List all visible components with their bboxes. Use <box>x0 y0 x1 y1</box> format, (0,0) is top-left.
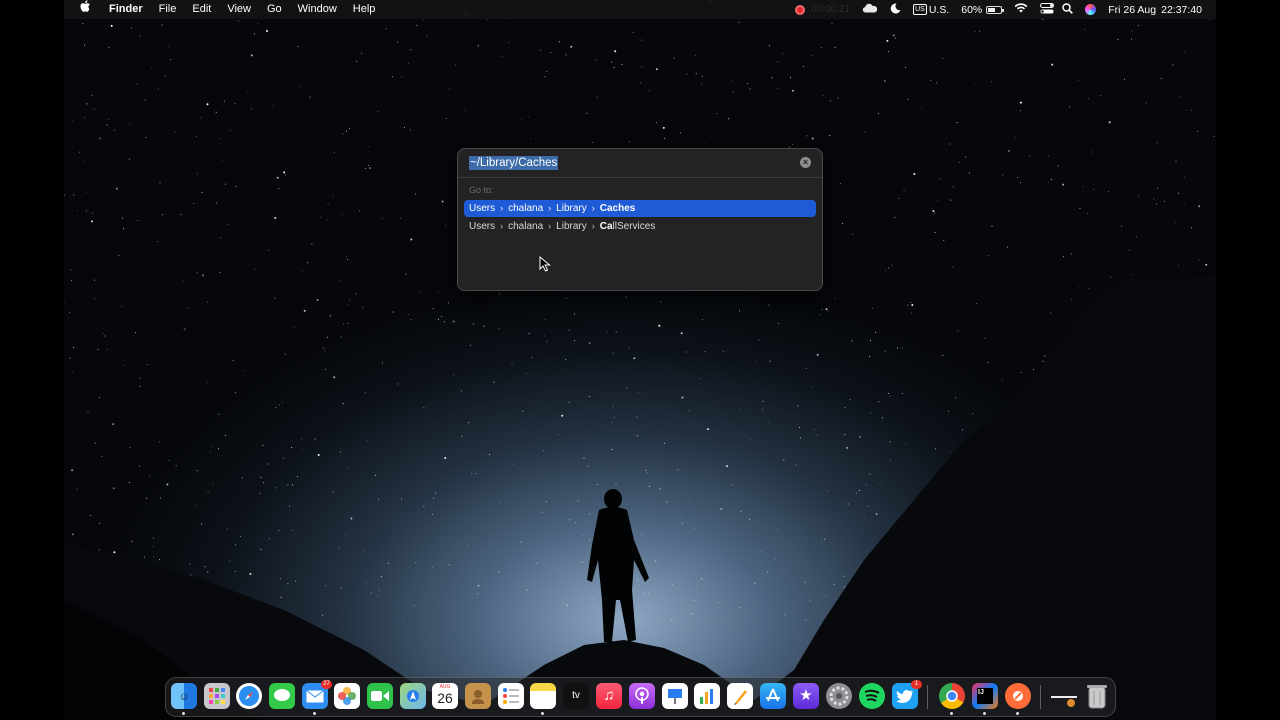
mouse-pointer-icon <box>539 256 551 272</box>
wifi-icon[interactable] <box>1014 3 1028 16</box>
music-icon[interactable]: ♫ <box>596 683 622 709</box>
control-center-icon[interactable] <box>1040 2 1055 17</box>
mail-badge: 27 <box>321 680 332 689</box>
menu-go[interactable]: Go <box>259 0 290 19</box>
maps-icon[interactable] <box>400 683 426 709</box>
flag-icon: US <box>913 4 927 15</box>
menu-file[interactable]: File <box>151 0 185 19</box>
facetime-icon[interactable] <box>367 683 393 709</box>
podcasts-icon[interactable] <box>629 683 655 709</box>
apple-menu-icon[interactable] <box>64 0 101 20</box>
calendar-day: 26 <box>437 690 453 706</box>
messages-icon[interactable] <box>269 683 295 709</box>
twitter-badge: 1 <box>911 680 922 689</box>
chevron-icon: › <box>591 221 595 231</box>
chevron-icon: › <box>591 203 595 213</box>
clock-date: Fri 26 Aug <box>1108 3 1157 16</box>
crumb-library: Library <box>556 203 587 214</box>
path-input[interactable]: ~/Library/Caches × <box>458 149 822 178</box>
desktop-wallpaper <box>64 0 1216 720</box>
downloads-stack-icon[interactable] <box>1051 683 1077 709</box>
dock-separator <box>927 685 928 709</box>
dock-separator <box>1040 685 1041 709</box>
person-silhouette <box>587 489 649 642</box>
clock-time: 22:37:40 <box>1161 3 1202 16</box>
intellij-icon[interactable]: IJ <box>972 683 998 715</box>
spotlight-search-icon[interactable] <box>1062 2 1074 17</box>
match-rest: llServices <box>612 221 656 232</box>
chevron-icon: › <box>548 221 552 231</box>
crumb-users: Users <box>469 221 496 232</box>
menu-window[interactable]: Window <box>290 0 345 19</box>
imovie-icon[interactable]: ★ <box>793 683 819 709</box>
menu-help[interactable]: Help <box>345 0 384 19</box>
go-to-label: Go to: <box>469 185 494 195</box>
finder-icon[interactable]: ☺ <box>171 683 197 715</box>
recording-time: 00:00:21 <box>811 4 851 15</box>
spotify-icon[interactable] <box>859 683 885 709</box>
numbers-icon[interactable] <box>694 683 720 709</box>
safari-icon[interactable] <box>236 683 262 709</box>
screen-recording-status[interactable]: 00:00:21 <box>795 4 850 15</box>
match-rest: ches <box>612 203 636 214</box>
pages-icon[interactable] <box>727 683 753 709</box>
keynote-icon[interactable] <box>662 683 688 709</box>
go-to-folder-dialog: ~/Library/Caches × Go to: Users › chalana ›… <box>457 148 823 291</box>
menu-view[interactable]: View <box>219 0 259 19</box>
mountain-silhouette <box>64 276 1216 720</box>
menu-clock[interactable]: Fri 26 Aug 22:37:40 <box>1108 4 1202 16</box>
apple-tv-icon[interactable]: tv <box>563 683 589 709</box>
dock: ☺ 27 AUG 26 tv ♫ ★ 1 IJ <box>165 677 1116 717</box>
input-source-menu[interactable]: US U.S. <box>913 4 949 16</box>
record-icon <box>795 4 806 15</box>
trash-icon[interactable] <box>1084 683 1110 709</box>
icloud-icon[interactable] <box>862 3 878 16</box>
siri-icon[interactable] <box>1085 4 1097 15</box>
battery-icon <box>986 5 1005 14</box>
input-source-label: U.S. <box>928 3 950 16</box>
crumb-library: Library <box>556 221 587 232</box>
match-prefix: Ca <box>599 221 613 232</box>
chrome-icon[interactable] <box>939 683 965 715</box>
battery-status[interactable]: 60% <box>961 3 1005 16</box>
do-not-disturb-icon[interactable] <box>890 2 901 17</box>
mail-icon[interactable]: 27 <box>302 680 332 715</box>
crumb-users: Users <box>469 203 496 214</box>
photos-icon[interactable] <box>334 683 360 709</box>
menu-edit[interactable]: Edit <box>184 0 219 19</box>
postman-icon[interactable] <box>1005 683 1031 715</box>
suggestion-caches[interactable]: Users › chalana › Library › Caches <box>464 200 816 217</box>
menu-bar: Finder File Edit View Go Window Help 00:… <box>64 0 1216 19</box>
chevron-icon: › <box>500 203 504 213</box>
chevron-icon: › <box>500 221 504 231</box>
system-preferences-icon[interactable] <box>826 683 852 709</box>
app-store-icon[interactable] <box>760 683 786 709</box>
crumb-user: chalana <box>508 203 544 214</box>
twitter-icon[interactable]: 1 <box>892 680 922 709</box>
clear-icon[interactable]: × <box>800 157 811 168</box>
contacts-icon[interactable] <box>465 683 491 709</box>
menu-app-finder[interactable]: Finder <box>101 0 151 19</box>
battery-percent: 60% <box>961 3 983 16</box>
crumb-user: chalana <box>508 221 544 232</box>
suggestion-callservices[interactable]: Users › chalana › Library › CallServices <box>464 218 816 235</box>
match-prefix: Ca <box>599 203 613 214</box>
notes-icon[interactable] <box>530 683 556 715</box>
reminders-icon[interactable] <box>498 683 524 709</box>
path-input-value[interactable]: ~/Library/Caches <box>469 156 559 170</box>
calendar-icon[interactable]: AUG 26 <box>432 683 458 709</box>
tv-label: tv <box>572 690 580 701</box>
chevron-icon: › <box>548 203 552 213</box>
launchpad-icon[interactable] <box>204 683 230 709</box>
